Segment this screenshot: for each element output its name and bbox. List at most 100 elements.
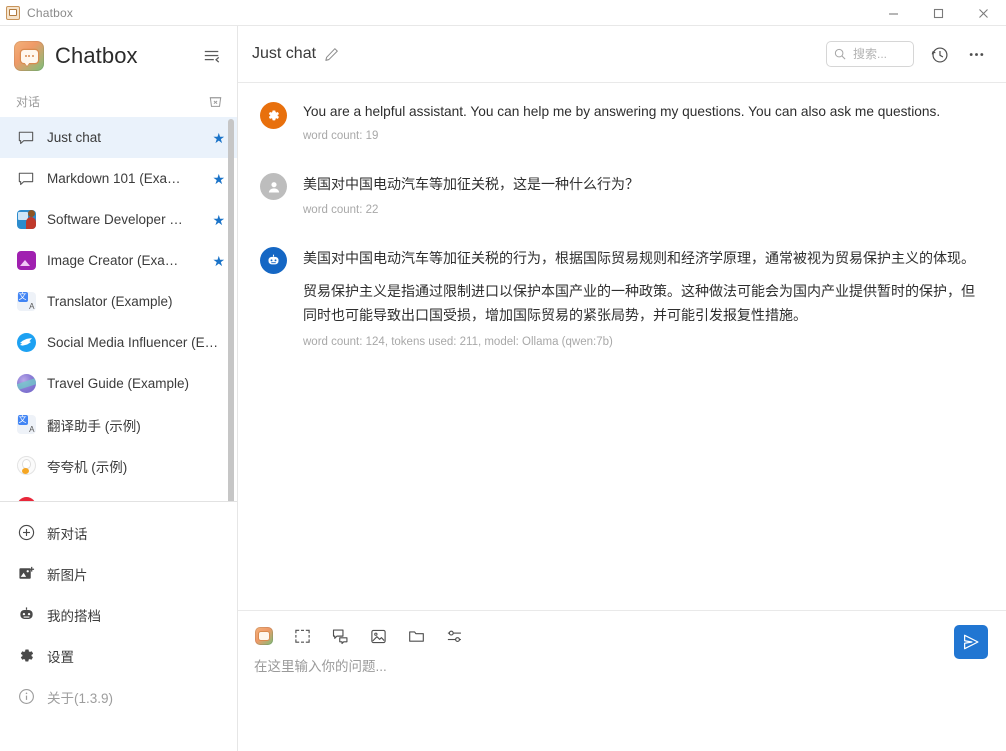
conversation-item-just-chat[interactable]: Just chat ★ bbox=[0, 117, 237, 158]
message-input[interactable] bbox=[254, 657, 990, 741]
conversation-label: 小红书文案生成器 (示例) bbox=[47, 497, 225, 502]
conversation-label: 夸夸机 (示例) bbox=[47, 459, 128, 475]
conversation-item-travel-guide[interactable]: Travel Guide (Example) bbox=[0, 363, 237, 404]
message-paragraph: You are a helpful assistant. You can hel… bbox=[303, 104, 941, 119]
duck-avatar bbox=[16, 456, 36, 476]
message-body: 美国对中国电动汽车等加征关税，这是一种什么行为？ word count: 22 bbox=[303, 172, 982, 216]
sidebar-item-my-partners[interactable]: 我的搭档 bbox=[0, 594, 237, 635]
conversation-label: 翻译助手 (示例) bbox=[47, 418, 141, 434]
page-title: Just chat bbox=[252, 45, 317, 62]
trash-icon[interactable] bbox=[208, 94, 223, 109]
twitter-avatar bbox=[16, 333, 36, 353]
message-body: You are a helpful assistant. You can hel… bbox=[303, 101, 982, 142]
message-list[interactable]: You are a helpful assistant. You can hel… bbox=[238, 83, 1006, 610]
translate-avatar bbox=[16, 415, 36, 435]
message-user: 美国对中国电动汽车等加征关税，这是一种什么行为？ word count: 22 bbox=[260, 172, 982, 216]
send-button[interactable] bbox=[954, 625, 988, 659]
conversation-label: Social Media Influencer (E… bbox=[47, 335, 219, 350]
quick-prompt-icon[interactable] bbox=[330, 626, 350, 646]
window-titlebar: Chatbox bbox=[0, 0, 1006, 26]
star-icon[interactable]: ★ bbox=[212, 172, 225, 186]
maximize-button[interactable] bbox=[916, 0, 961, 26]
message-paragraph: 贸易保护主义是指通过限制进口以保护本国产业的一种政策。这种做法可能会为国内产业提… bbox=[303, 283, 975, 324]
new-image-icon bbox=[16, 564, 36, 584]
more-horizontal-icon[interactable] bbox=[965, 43, 988, 66]
window-controls bbox=[871, 0, 1006, 26]
sidebar-item-settings[interactable]: 设置 bbox=[0, 635, 237, 676]
conversation-label: Software Developer … bbox=[47, 212, 183, 227]
history-clock-icon[interactable] bbox=[928, 43, 951, 66]
star-icon[interactable]: ★ bbox=[212, 254, 225, 268]
message-body: 美国对中国电动汽车等加征关税的行为，根据国际贸易规则和经济学原理，通常被视为贸易… bbox=[303, 246, 982, 347]
search-input[interactable] bbox=[851, 46, 906, 62]
message-assistant: 美国对中国电动汽车等加征关税的行为，根据国际贸易规则和经济学原理，通常被视为贸易… bbox=[260, 246, 982, 348]
translate-avatar bbox=[16, 292, 36, 312]
screenshot-icon[interactable] bbox=[292, 626, 312, 646]
star-icon[interactable]: ★ bbox=[212, 131, 225, 145]
conversation-item-translator[interactable]: Translator (Example) bbox=[0, 281, 237, 322]
minimize-button[interactable] bbox=[871, 0, 916, 26]
conversation-item-xiaohongshu[interactable]: 小红书 小红书文案生成器 (示例) bbox=[0, 486, 237, 501]
sidebar-item-about[interactable]: 关于(1.3.9) bbox=[0, 676, 237, 717]
conversation-item-software-developer[interactable]: Software Developer … ★ bbox=[0, 199, 237, 240]
message-meta: word count: 22 bbox=[303, 204, 379, 217]
sidebar-scrollbar[interactable] bbox=[228, 119, 234, 501]
image-icon[interactable] bbox=[368, 626, 388, 646]
folder-icon[interactable] bbox=[406, 626, 426, 646]
chat-bubble-icon bbox=[16, 128, 36, 148]
conversation-label: Travel Guide (Example) bbox=[47, 376, 190, 391]
conversations-section-label: 对话 bbox=[16, 94, 41, 109]
sidebar-nav: 新对话 新图片 我的搭档 设置 关于(1.3.9) bbox=[0, 502, 237, 717]
globe-avatar bbox=[16, 374, 36, 394]
conversation-label: Image Creator (Exa… bbox=[47, 253, 179, 268]
image-avatar bbox=[16, 251, 36, 271]
chat-header: Just chat bbox=[238, 26, 1006, 83]
conversation-label: Just chat bbox=[47, 130, 102, 145]
xiaohongshu-avatar: 小红书 bbox=[16, 497, 36, 501]
chatbox-logo-icon bbox=[14, 41, 44, 71]
search-box[interactable] bbox=[826, 41, 914, 67]
message-paragraph: 美国对中国电动汽车等加征关税，这是一种什么行为？ bbox=[303, 176, 639, 193]
main-panel: Just chat 搜索... You are a helpful assist… bbox=[238, 26, 1006, 751]
developer-avatar bbox=[16, 210, 36, 230]
chatbox-logo-icon[interactable] bbox=[254, 626, 274, 646]
conversation-item-social-media-influencer[interactable]: Social Media Influencer (E… bbox=[0, 322, 237, 363]
sidebar-item-label: 新对话 bbox=[47, 526, 88, 542]
composer bbox=[238, 610, 1006, 751]
sidebar-item-label: 关于(1.3.9) bbox=[47, 690, 114, 706]
star-icon[interactable]: ★ bbox=[212, 213, 225, 227]
header-actions bbox=[826, 41, 988, 67]
collapse-sidebar-icon[interactable] bbox=[199, 43, 225, 69]
sidebar-item-label: 我的搭档 bbox=[47, 608, 101, 624]
pencil-icon[interactable] bbox=[324, 47, 339, 62]
close-button[interactable] bbox=[961, 0, 1006, 26]
app-shell: Chatbox 对话 Just chat ★ Markdown 101 (Exa… bbox=[0, 26, 1006, 751]
sidebar-item-new-image[interactable]: 新图片 bbox=[0, 553, 237, 594]
composer-toolbar bbox=[254, 623, 990, 649]
sidebar-item-new-conversation[interactable]: 新对话 bbox=[0, 512, 237, 553]
conversation-label: Markdown 101 (Exa… bbox=[47, 171, 181, 186]
sidebar-item-label: 设置 bbox=[47, 649, 74, 665]
conversations-section-header: 对话 bbox=[0, 86, 237, 116]
conversation-item-translate-assistant[interactable]: 翻译助手 (示例) bbox=[0, 404, 237, 445]
sidebar: Chatbox 对话 Just chat ★ Markdown 101 (Exa… bbox=[0, 26, 238, 751]
conversation-label: Translator (Example) bbox=[47, 294, 173, 309]
message-system: You are a helpful assistant. You can hel… bbox=[260, 101, 982, 142]
send-icon bbox=[964, 634, 979, 650]
plus-circle-icon bbox=[16, 523, 36, 543]
robot-icon bbox=[16, 605, 36, 625]
sidebar-brand: Chatbox bbox=[0, 26, 237, 86]
gear-avatar-icon bbox=[260, 102, 287, 129]
conversation-item-markdown-101[interactable]: Markdown 101 (Exa… ★ bbox=[0, 158, 237, 199]
app-icon bbox=[6, 5, 20, 20]
window-title: Chatbox bbox=[27, 5, 74, 20]
brand-name: Chatbox bbox=[55, 43, 138, 68]
conversation-item-image-creator[interactable]: Image Creator (Exa… ★ bbox=[0, 240, 237, 281]
info-icon bbox=[16, 687, 36, 707]
search-icon bbox=[834, 48, 846, 60]
robot-avatar-icon bbox=[260, 247, 287, 275]
sliders-icon[interactable] bbox=[444, 626, 464, 646]
conversation-list-scroll-area[interactable]: Just chat ★ Markdown 101 (Exa… ★ Softwar… bbox=[0, 116, 237, 501]
conversation-list: Just chat ★ Markdown 101 (Exa… ★ Softwar… bbox=[0, 116, 237, 501]
conversation-item-praise-machine[interactable]: 夸夸机 (示例) bbox=[0, 445, 237, 486]
